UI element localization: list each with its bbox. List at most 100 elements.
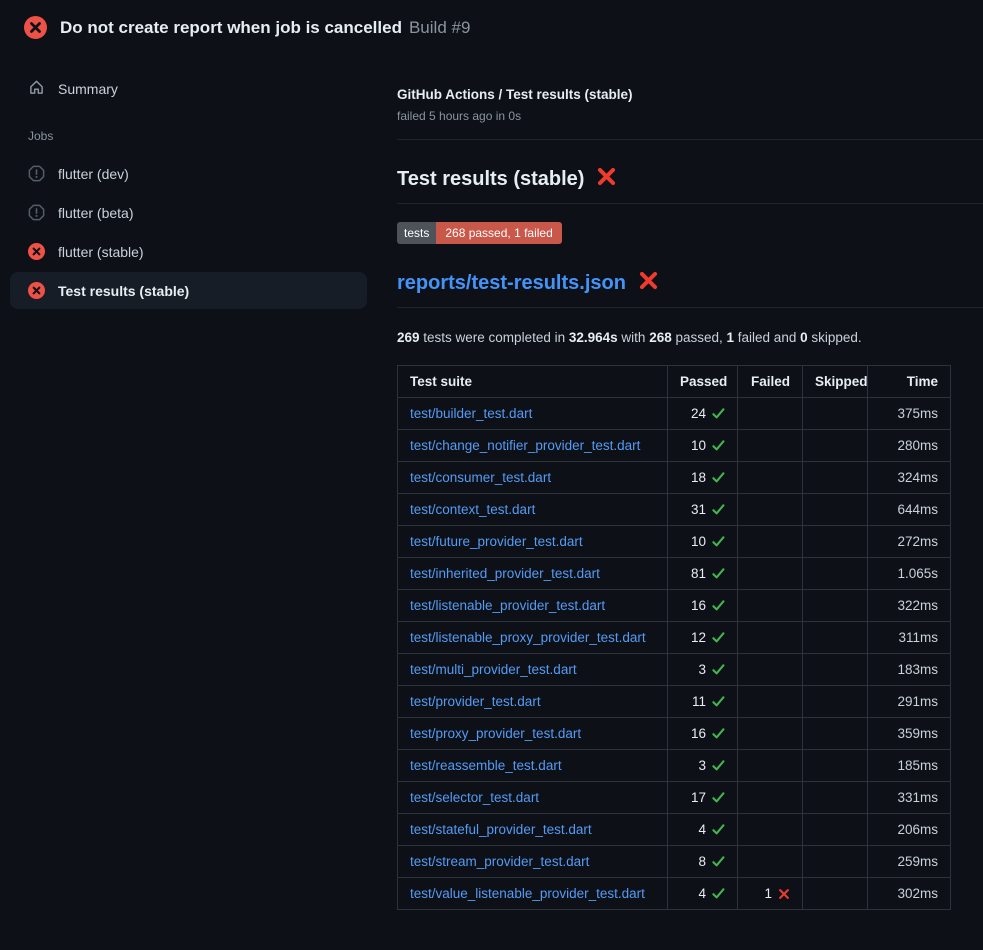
sidebar: Summary Jobs flutter (dev)flutter (beta)…: [0, 51, 397, 311]
test-suite-link[interactable]: test/multi_provider_test.dart: [410, 662, 577, 677]
table-row: test/change_notifier_provider_test.dart 1…: [398, 430, 951, 462]
x-icon: [778, 888, 790, 900]
table-row: test/stateful_provider_test.dart 4 206ms: [398, 814, 951, 846]
check-icon: [712, 631, 725, 644]
time-cell: 644ms: [868, 494, 951, 526]
home-icon: [28, 79, 45, 99]
badge-value: 268 passed, 1 failed: [436, 222, 561, 244]
failed-cell: [738, 782, 803, 814]
test-suite-link[interactable]: test/value_listenable_provider_test.dart: [410, 886, 645, 901]
table-row: test/provider_test.dart11291ms: [398, 686, 951, 718]
skipped-cell: [803, 814, 868, 846]
table-row: test/proxy_provider_test.dart16359ms: [398, 718, 951, 750]
test-suite-link[interactable]: test/builder_test.dart: [410, 406, 532, 421]
check-icon: [712, 791, 725, 804]
sidebar-item-summary[interactable]: Summary: [10, 73, 367, 105]
failed-cell: [738, 814, 803, 846]
skipped-cell: [803, 398, 868, 430]
time-cell: 206ms: [868, 814, 951, 846]
skipped-cell: [803, 654, 868, 686]
passed-cell: 4: [668, 814, 738, 846]
failed-cell: [738, 718, 803, 750]
passed-cell: 10: [668, 430, 738, 462]
divider: [397, 139, 983, 140]
breadcrumb: GitHub Actions / Test results (stable): [397, 87, 983, 102]
passed-cell: 24: [668, 398, 738, 430]
test-suite-link[interactable]: test/future_provider_test.dart: [410, 534, 583, 549]
time-cell: 259ms: [868, 846, 951, 878]
x-circle-fill-icon: [28, 282, 45, 299]
table-row: test/future_provider_test.dart10272ms: [398, 526, 951, 558]
test-suite-link[interactable]: test/context_test.dart: [410, 502, 535, 517]
table-row: test/consumer_test.dart18324ms: [398, 462, 951, 494]
test-suite-link[interactable]: test/reassemble_test.dart: [410, 758, 562, 773]
test-suite-link[interactable]: test/consumer_test.dart: [410, 470, 551, 485]
check-icon: [712, 471, 725, 484]
time-cell: 183ms: [868, 654, 951, 686]
time-cell: 375ms: [868, 398, 951, 430]
failed-cell: [738, 622, 803, 654]
failed-cell: [738, 526, 803, 558]
report-file-link[interactable]: reports/test-results.json: [397, 272, 626, 295]
skipped-cell: [803, 558, 868, 590]
column-header-time: Time: [868, 366, 951, 398]
time-cell: 291ms: [868, 686, 951, 718]
skipped-cell: [803, 718, 868, 750]
column-header-failed: Failed: [738, 366, 803, 398]
test-suite-link[interactable]: test/stateful_provider_test.dart: [410, 822, 592, 837]
failed-cell: [738, 398, 803, 430]
time-cell: 322ms: [868, 590, 951, 622]
test-suite-link[interactable]: test/stream_provider_test.dart: [410, 854, 589, 869]
column-header-skipped: Skipped: [803, 366, 868, 398]
sidebar-item-flutter-stable[interactable]: flutter (stable): [10, 233, 367, 270]
time-cell: 324ms: [868, 462, 951, 494]
passed-cell: 3: [668, 654, 738, 686]
table-row: test/value_listenable_provider_test.dart…: [398, 878, 951, 910]
test-suite-link[interactable]: test/inherited_provider_test.dart: [410, 566, 600, 581]
tests-summary-line: 269 tests were completed in 32.964s with…: [397, 330, 983, 345]
failed-cell: [738, 654, 803, 686]
test-suite-link[interactable]: test/provider_test.dart: [410, 694, 541, 709]
check-icon: [712, 567, 725, 580]
skipped-cell: [803, 462, 868, 494]
check-icon: [712, 599, 725, 612]
skipped-cell: [803, 430, 868, 462]
check-icon: [712, 695, 725, 708]
page-title: Do not create report when job is cancell…: [60, 18, 402, 38]
time-cell: 331ms: [868, 782, 951, 814]
test-suite-link[interactable]: test/change_notifier_provider_test.dart: [410, 438, 640, 453]
sidebar-item-test-results-stable[interactable]: Test results (stable): [10, 272, 367, 309]
passed-cell: 8: [668, 846, 738, 878]
table-row: test/listenable_provider_test.dart 16 322m…: [398, 590, 951, 622]
check-icon: [712, 727, 725, 740]
results-table: Test suitePassedFailedSkippedTime test/b…: [397, 365, 951, 910]
skipped-cell: [803, 622, 868, 654]
check-icon: [712, 663, 725, 676]
test-suite-link[interactable]: test/listenable_proxy_provider_test.dart: [410, 630, 646, 645]
check-icon: [712, 823, 725, 836]
passed-cell: 16: [668, 590, 738, 622]
skipped-cell: [803, 782, 868, 814]
check-icon: [712, 535, 725, 548]
build-number: Build #9: [409, 18, 470, 38]
sidebar-item-label: flutter (stable): [58, 244, 144, 260]
report-file-heading[interactable]: reports/test-results.json: [397, 270, 983, 308]
test-suite-link[interactable]: test/selector_test.dart: [410, 790, 539, 805]
sidebar-item-flutter-dev[interactable]: flutter (dev): [10, 155, 367, 192]
section-title: Test results (stable): [397, 168, 584, 191]
failed-cell: [738, 750, 803, 782]
fail-x-icon: [596, 166, 617, 193]
jobs-section-label: Jobs: [28, 129, 367, 143]
table-row: test/inherited_provider_test.dart811.065…: [398, 558, 951, 590]
test-suite-link[interactable]: test/listenable_provider_test.dart: [410, 598, 605, 613]
check-icon: [712, 407, 725, 420]
sidebar-item-flutter-beta[interactable]: flutter (beta): [10, 194, 367, 231]
failed-cell: [738, 430, 803, 462]
table-row: test/reassemble_test.dart3185ms: [398, 750, 951, 782]
check-icon: [712, 855, 725, 868]
badge-label: tests: [397, 222, 436, 244]
stop-cancelled-icon: [28, 165, 45, 182]
tests-status-badge: tests 268 passed, 1 failed: [397, 222, 562, 244]
test-suite-link[interactable]: test/proxy_provider_test.dart: [410, 726, 581, 741]
x-circle-fill-icon: [28, 243, 45, 260]
